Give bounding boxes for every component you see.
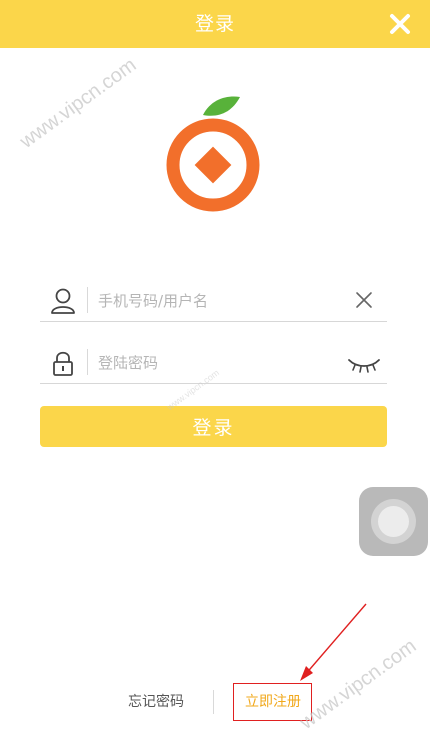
toggle-password-visibility-button[interactable] (347, 357, 381, 373)
field-divider (87, 349, 88, 375)
clear-username-button[interactable] (355, 291, 373, 309)
orange-coin-logo-icon (166, 96, 260, 212)
username-row (40, 281, 387, 322)
forgot-password-link[interactable]: 忘记密码 (120, 690, 192, 714)
annotation-arrow-icon (300, 603, 367, 681)
field-divider (87, 287, 88, 313)
assistive-touch-button[interactable] (359, 487, 428, 556)
username-input[interactable] (98, 285, 338, 317)
password-input[interactable] (98, 347, 338, 379)
watermark: www.vipcn.com (16, 53, 141, 153)
close-button[interactable] (388, 12, 412, 36)
register-link[interactable]: 立即注册 (237, 690, 309, 714)
password-row (40, 343, 387, 384)
lock-icon (53, 351, 73, 376)
app-logo (163, 94, 263, 216)
clear-x-icon[interactable] (355, 291, 373, 309)
assistive-touch-icon (371, 499, 416, 544)
page-title: 登录 (194, 13, 235, 35)
assistive-touch-core (378, 506, 409, 537)
footer-divider (213, 690, 214, 714)
user-icon (51, 288, 75, 314)
eye-closed-icon[interactable] (347, 357, 381, 373)
close-icon[interactable] (388, 12, 412, 36)
top-bar: 登录 (0, 0, 430, 48)
login-button[interactable]: 登录 (40, 406, 387, 447)
